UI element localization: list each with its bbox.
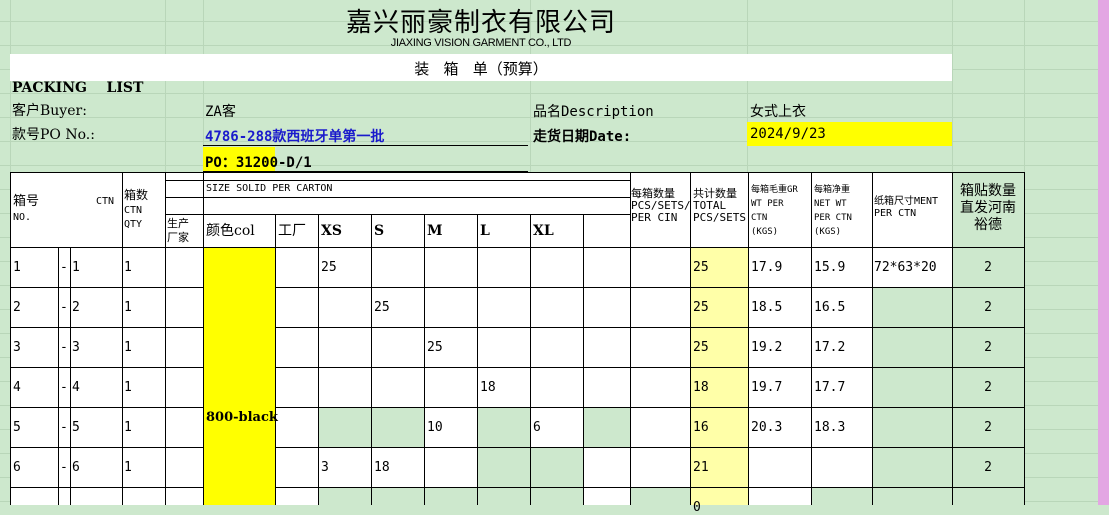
total-pcs: 25 — [693, 260, 709, 275]
date-label: 走货日期Date: — [533, 129, 632, 145]
total-pcs: 0 — [693, 500, 701, 515]
header-net-weight: 每箱净重 NET WT PER CTN (KGS) — [814, 185, 852, 237]
box-to: 6 — [72, 460, 80, 475]
header-workshop: 工厂 — [278, 223, 306, 239]
header-size-solid: SIZE SOLID PER CARTON — [206, 183, 333, 194]
label-count: 2 — [984, 340, 992, 355]
buyer-label: 客户Buyer: — [12, 103, 87, 119]
net-weight: 17.7 — [814, 380, 846, 395]
sheet-right-edge — [1098, 0, 1109, 505]
gross-weight: 19.7 — [751, 380, 783, 395]
label-count: 2 — [984, 460, 992, 475]
box-from: 2 — [13, 300, 21, 315]
box-dash: - — [60, 420, 68, 435]
header-label-count: 箱贴数量 直发河南 裕德 — [960, 183, 1016, 233]
total-pcs: 25 — [693, 340, 709, 355]
packing-list-label: PACKING LIST — [12, 80, 144, 96]
net-weight: 17.2 — [814, 340, 846, 355]
box-qty: 1 — [124, 300, 132, 315]
box-qty: 1 — [124, 340, 132, 355]
header-box-qty-qty: QTY — [124, 219, 143, 230]
header-total: 共计数量 TOTAL PCS/SETS — [693, 187, 746, 224]
label-count: 2 — [984, 300, 992, 315]
box-dash: - — [60, 380, 68, 395]
header-size-xl: XL — [533, 223, 554, 239]
total-pcs: 25 — [693, 300, 709, 315]
qty-l: 18 — [480, 380, 496, 395]
box-to: 1 — [72, 260, 80, 275]
gross-weight: 18.5 — [751, 300, 783, 315]
header-box-qty: 箱数 — [124, 188, 149, 202]
box-dash: - — [60, 460, 68, 475]
carton-size: 72*63*20 — [874, 260, 937, 275]
header-size-m: M — [427, 223, 443, 239]
box-dash: - — [60, 340, 68, 355]
gross-weight: 19.2 — [751, 340, 783, 355]
total-pcs: 18 — [693, 380, 709, 395]
gross-weight: 17.9 — [751, 260, 783, 275]
header-factory: 生产厂家 — [167, 217, 189, 244]
description-label: 品名Description — [533, 104, 654, 120]
header-size-l: L — [480, 223, 490, 239]
label-count: 2 — [984, 380, 992, 395]
qty-xs: 25 — [321, 260, 337, 275]
qty-s: 18 — [374, 460, 390, 475]
box-qty: 1 — [124, 260, 132, 275]
box-qty: 1 — [124, 380, 132, 395]
box-qty: 1 — [124, 460, 132, 475]
doc-subtitle: 装 箱 单（预算） — [414, 60, 548, 78]
qty-m: 25 — [427, 340, 443, 355]
box-to: 3 — [72, 340, 80, 355]
total-pcs: 16 — [693, 420, 709, 435]
buyer-value: ZA客 — [205, 104, 236, 120]
box-from: 4 — [13, 380, 21, 395]
box-from: 1 — [13, 260, 21, 275]
header-size-s: S — [374, 223, 385, 239]
qty-xs: 3 — [321, 460, 329, 475]
box-dash: - — [60, 260, 68, 275]
box-qty: 1 — [124, 420, 132, 435]
qty-m: 10 — [427, 420, 443, 435]
header-carton-size: 纸箱尺寸MENT PER CTN — [874, 196, 939, 219]
company-name-en: JIAXING VISION GARMENT CO., LTD — [390, 37, 572, 49]
header-color: 颜色col — [206, 223, 255, 239]
box-to: 4 — [72, 380, 80, 395]
label-count: 2 — [984, 260, 992, 275]
header-no: NO. — [13, 212, 32, 223]
total-pcs: 21 — [693, 460, 709, 475]
header-pcs-per-ctn: 每箱数量 PCS/SETS/PER CIN — [631, 187, 691, 224]
box-to: 5 — [72, 420, 80, 435]
net-weight: 16.5 — [814, 300, 846, 315]
net-weight: 18.3 — [814, 420, 846, 435]
label-count: 2 — [984, 420, 992, 435]
description-value: 女式上衣 — [750, 104, 806, 120]
header-box-no: 箱号 — [13, 194, 40, 209]
qty-xl: 6 — [533, 420, 541, 435]
po-number: PO：31200-D/1 — [205, 155, 312, 171]
header-box-qty-ctn: CTN — [124, 205, 143, 216]
box-from: 5 — [13, 420, 21, 435]
color-value: 800-black — [206, 410, 278, 425]
box-dash: - — [60, 300, 68, 315]
header-ctn: CTN — [96, 196, 115, 207]
gross-weight: 20.3 — [751, 420, 783, 435]
company-name-cn: 嘉兴丽豪制衣有限公司 — [345, 8, 616, 38]
qty-s: 25 — [374, 300, 390, 315]
box-from: 3 — [13, 340, 21, 355]
po-value: 4786-288款西班牙单第一批 — [205, 129, 385, 145]
box-from: 6 — [13, 460, 21, 475]
net-weight: 15.9 — [814, 260, 846, 275]
date-value: 2024/9/23 — [750, 126, 826, 142]
po-label: 款号PO No.: — [12, 127, 95, 143]
header-gross-weight: 每箱毛重GR WT PER CTN (KGS) — [751, 185, 798, 237]
box-to: 2 — [72, 300, 80, 315]
header-size-xs: XS — [321, 223, 342, 239]
